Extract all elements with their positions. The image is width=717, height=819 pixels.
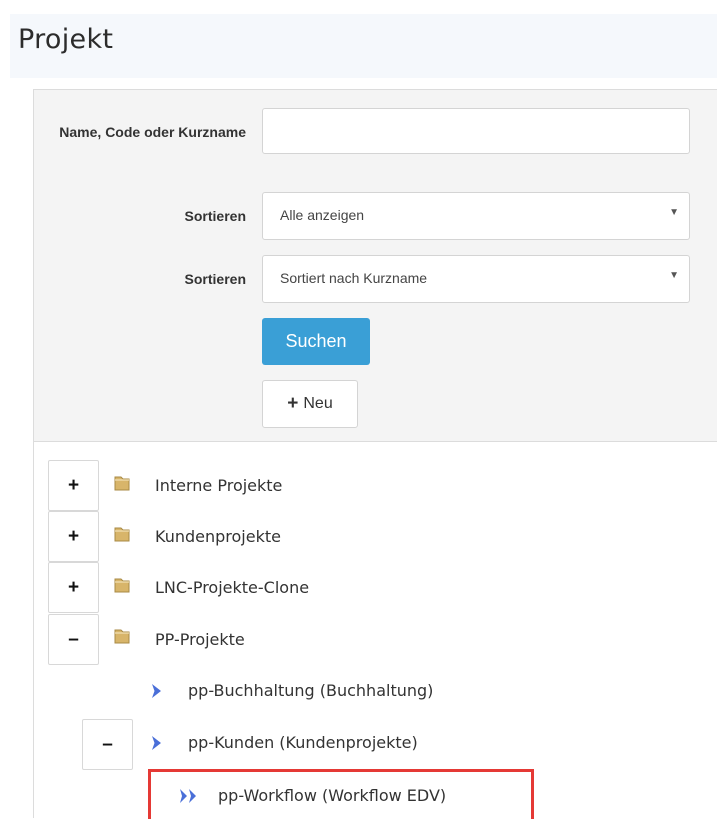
tree-item-label[interactable]: pp-Buchhaltung (Buchhaltung) xyxy=(188,681,433,701)
collapse-toggle[interactable]: – xyxy=(82,719,133,770)
folder-icon xyxy=(114,476,130,491)
new-button-label: Neu xyxy=(303,395,333,412)
collapse-toggle[interactable]: – xyxy=(48,614,99,665)
name-code-label: Name, Code oder Kurzname xyxy=(59,124,246,140)
project-panel: Name, Code oder Kurzname Sortieren Alle … xyxy=(33,89,717,818)
filter-form: Name, Code oder Kurzname Sortieren Alle … xyxy=(34,90,717,442)
title-band xyxy=(10,14,717,78)
tree-item-label[interactable]: LNC-Projekte-Clone xyxy=(155,578,309,598)
plus-icon: + xyxy=(287,393,299,414)
expand-toggle[interactable]: + xyxy=(48,562,99,613)
new-button[interactable]: + Neu xyxy=(262,380,358,428)
caret-down-icon: ▼ xyxy=(669,270,679,281)
tree-item-label[interactable]: PP-Projekte xyxy=(155,630,245,650)
tree-item-label[interactable]: Interne Projekte xyxy=(155,476,282,496)
sort-filter-select[interactable]: Alle anzeigen ▼ xyxy=(262,192,690,240)
sort-filter-value: Alle anzeigen xyxy=(280,207,365,223)
expand-toggle[interactable]: + xyxy=(48,460,99,511)
sort-filter-label: Sortieren xyxy=(184,208,246,224)
caret-down-icon: ▼ xyxy=(669,207,679,218)
expand-toggle[interactable]: + xyxy=(48,511,99,562)
page-title: Projekt xyxy=(18,24,114,55)
search-button[interactable]: Suchen xyxy=(262,318,370,365)
folder-icon xyxy=(114,578,130,593)
tree-item-label[interactable]: pp-Kunden (Kundenprojekte) xyxy=(188,733,418,753)
chevron-right-icon xyxy=(152,736,161,750)
name-code-input[interactable] xyxy=(262,108,690,154)
sort-order-select[interactable]: Sortiert nach Kurzname ▼ xyxy=(262,255,690,303)
double-chevron-right-icon xyxy=(180,789,196,803)
sort-order-value: Sortiert nach Kurzname xyxy=(280,270,428,286)
folder-icon xyxy=(114,629,130,644)
folder-icon xyxy=(114,527,130,542)
tree-item-label[interactable]: pp-Workflow (Workflow EDV) xyxy=(218,786,446,806)
tree-item-label[interactable]: Kundenprojekte xyxy=(155,527,281,547)
chevron-right-icon xyxy=(152,684,161,698)
sort-order-label: Sortieren xyxy=(184,271,246,287)
